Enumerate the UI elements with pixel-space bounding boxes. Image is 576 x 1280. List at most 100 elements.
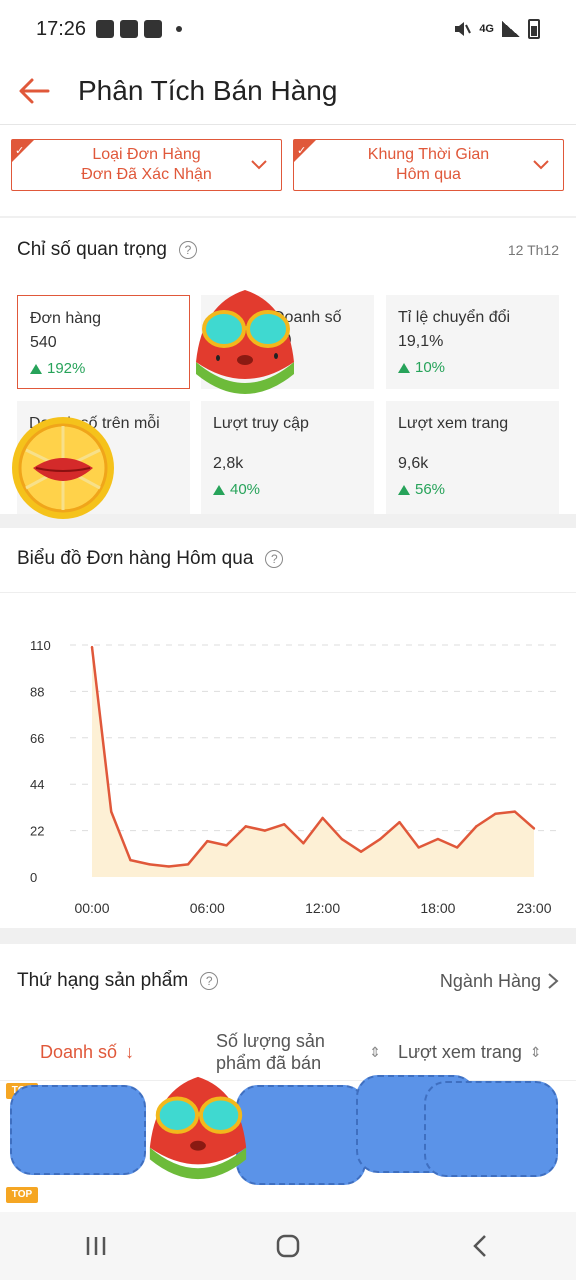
data-point	[436, 837, 440, 841]
sort-down-icon: ↓	[125, 1041, 135, 1062]
status-time: 17:26	[36, 17, 87, 40]
tab-label: Doanh số	[40, 1041, 118, 1062]
metric-change: 56%	[398, 481, 547, 498]
battery-icon	[528, 19, 540, 39]
data-point	[263, 829, 267, 832]
metric-label: Đơn hàng	[30, 310, 101, 327]
help-icon[interactable]: ?	[265, 550, 284, 568]
key-metrics-header: Chỉ số quan trọng ? 12 Th12	[0, 218, 576, 282]
check-icon: ✓	[297, 145, 307, 157]
y-tick-label: 0	[30, 870, 37, 885]
tab-sales[interactable]: Doanh số ↓	[40, 1042, 134, 1063]
data-point	[455, 846, 459, 849]
app-header: Phân Tích Bán Hàng	[0, 58, 576, 124]
sort-icon: ⇕	[529, 1043, 542, 1060]
check-icon: ✓	[15, 145, 25, 157]
metric-change: 10%	[398, 359, 547, 376]
metric-value: 19,1%	[398, 333, 444, 350]
mute-icon	[455, 22, 472, 36]
filter-label: Khung Thời Gian	[367, 146, 490, 163]
ranking-tabs: Doanh số ↓ Số lượng sản phẩm đã bán ⇕ Lư…	[0, 1024, 576, 1080]
metric-label: Lượt xem trang	[398, 415, 509, 432]
metric-change-value: 40%	[230, 481, 261, 498]
gallery-icon	[96, 20, 115, 38]
metric-label: Lượt truy cập	[213, 415, 309, 432]
data-point	[148, 863, 151, 866]
metric-change-value: 192%	[47, 360, 86, 377]
category-link[interactable]: Ngành Hàng	[440, 971, 559, 992]
data-point	[244, 825, 247, 828]
data-point	[302, 842, 305, 845]
y-tick-label: 22	[30, 824, 44, 839]
data-point	[110, 810, 113, 813]
metric-value: 9,6k	[398, 455, 429, 472]
network-type-label: 4G	[479, 23, 494, 35]
tab-units-sold[interactable]: Số lượng sản phẩm đã bán ⇕	[216, 1030, 381, 1074]
watermelon-sunglasses-sticker	[149, 1076, 247, 1180]
back-button[interactable]	[460, 1226, 500, 1266]
home-button[interactable]	[268, 1226, 308, 1266]
data-point	[167, 865, 171, 868]
metric-value: 2,8k	[213, 455, 244, 472]
metric-orders[interactable]: Đơn hàng 540 192%	[17, 295, 190, 389]
status-bar: 17:26 4G	[0, 0, 576, 58]
section-title: Chỉ số quan trọng	[17, 239, 167, 260]
signal-icon	[502, 21, 520, 37]
watermelon-sunglasses-sticker	[196, 290, 294, 394]
more-notifications-icon	[176, 26, 183, 32]
data-point	[417, 846, 420, 849]
data-point	[513, 810, 516, 813]
help-icon[interactable]: ?	[179, 241, 197, 259]
data-point	[321, 816, 324, 820]
order-type-filter[interactable]: ✓ Loại Đơn Hàng Đơn Đã Xác Nhận	[11, 139, 282, 191]
orders-chart-section: Biểu đồ Đơn hàng Hôm qua ? 0 22 44 66 88 110 0…	[0, 528, 576, 928]
chevron-right-icon	[548, 973, 559, 989]
y-tick-label: 44	[30, 777, 44, 792]
metric-value: 540	[30, 334, 57, 351]
area-fill	[92, 647, 534, 877]
sort-icon: ⇕	[369, 1044, 381, 1060]
data-point	[90, 645, 94, 649]
system-icons: 4G	[453, 19, 540, 39]
tiktok-icon	[120, 20, 139, 38]
metric-page-views[interactable]: Lượt xem trang 9,6k 56%	[386, 401, 559, 514]
up-arrow-icon	[398, 484, 410, 495]
tab-page-views[interactable]: Lượt xem trang ⇕	[398, 1042, 542, 1063]
lemon-lips-sticker	[12, 417, 114, 519]
filter-label: Loại Đơn Hàng	[92, 146, 201, 163]
y-tick-label: 66	[30, 731, 44, 746]
system-nav-bar	[0, 1212, 576, 1280]
back-arrow-icon[interactable]	[16, 73, 52, 109]
data-point	[186, 863, 190, 866]
time-frame-filter[interactable]: ✓ Khung Thời Gian Hôm qua	[293, 139, 564, 191]
y-tick-label: 88	[30, 684, 44, 699]
metric-change: 40%	[213, 481, 362, 498]
data-point	[282, 823, 286, 826]
metric-change: 192%	[30, 360, 177, 377]
data-point	[398, 820, 401, 824]
up-arrow-icon	[398, 362, 410, 373]
home-icon	[276, 1234, 300, 1258]
data-point	[475, 825, 478, 828]
help-icon[interactable]: ?	[200, 972, 219, 990]
up-arrow-icon	[30, 363, 42, 374]
recent-apps-button[interactable]	[76, 1226, 116, 1266]
up-arrow-icon	[213, 484, 225, 495]
tab-label: Lượt xem trang	[398, 1041, 522, 1062]
skype-icon	[144, 20, 163, 38]
orders-line-chart: 0 22 44 66 88 110 00:00 06:00 12:00 18:00 23:00	[30, 638, 556, 916]
chart-header: Biểu đồ Đơn hàng Hôm qua ?	[0, 528, 576, 590]
recent-apps-icon	[86, 1237, 106, 1255]
category-link-label: Ngành Hàng	[439, 970, 541, 991]
product-ranking-section: Thứ hạng sản phẩm ? Ngành Hàng Doanh số …	[0, 944, 576, 1212]
metric-conversion-rate[interactable]: Tỉ lệ chuyển đổi 19,1% 10%	[386, 295, 559, 389]
metric-label: Tỉ lệ chuyển đổi	[398, 309, 511, 326]
data-point	[494, 812, 497, 815]
section-title: Thứ hạng sản phẩm	[17, 970, 189, 991]
metric-visits[interactable]: Lượt truy cập 2,8k 40%	[201, 401, 374, 514]
notification-icons	[96, 20, 183, 38]
ranking-row[interactable]: TOP TOP	[0, 1075, 576, 1203]
metric-change-value: 10%	[415, 359, 446, 376]
chart-area: 0 22 44 66 88 110 00:00 06:00 12:00 18:00 23:00	[0, 592, 576, 928]
x-tick-label: 06:00	[190, 900, 225, 916]
